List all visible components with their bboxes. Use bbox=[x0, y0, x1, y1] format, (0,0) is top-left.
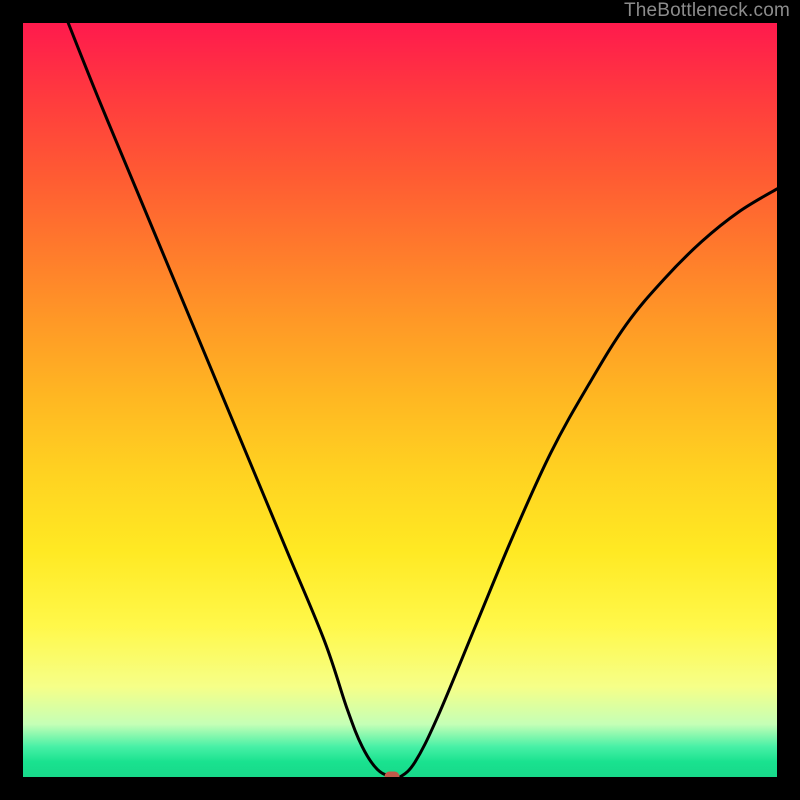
curve-svg bbox=[23, 23, 777, 777]
optimum-marker bbox=[385, 772, 400, 778]
bottleneck-curve bbox=[68, 23, 777, 777]
plot-area bbox=[23, 23, 777, 777]
watermark-text: TheBottleneck.com bbox=[624, 0, 790, 22]
chart-frame: TheBottleneck.com bbox=[0, 0, 800, 800]
